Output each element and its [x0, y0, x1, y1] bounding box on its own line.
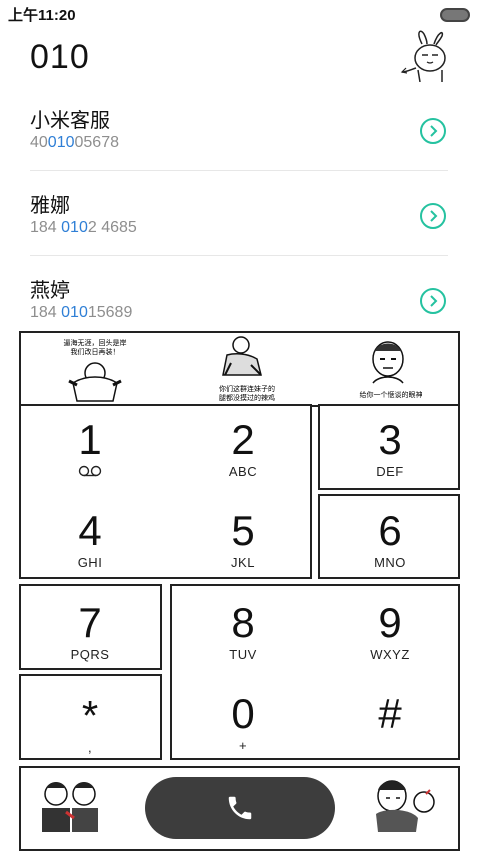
- caption-line: 我们改日再装！: [70, 348, 120, 356]
- key-letters: MNO: [374, 555, 406, 570]
- key-digit: 8: [231, 599, 255, 646]
- key-letters: ,: [87, 740, 93, 755]
- key-letters: WXYZ: [370, 647, 410, 662]
- battery-icon: [440, 8, 470, 22]
- sticker-caption-1: 逼海无涯，回头是岸 我们改日再装！: [55, 339, 135, 357]
- key-star[interactable]: * ,: [40, 692, 140, 756]
- number-part: 15689: [87, 304, 133, 321]
- chevron-right-icon[interactable]: [420, 288, 446, 314]
- contact-name: 雅娜: [30, 193, 70, 217]
- key-8[interactable]: 8 TUV: [193, 599, 293, 663]
- number-match: 010: [61, 219, 88, 236]
- sticker-figure-icon: [222, 336, 262, 376]
- phone-icon: [228, 796, 252, 820]
- sticker-figure-icon: [68, 362, 122, 402]
- caption-line: 逼海无涯，回头是岸: [63, 339, 127, 347]
- dialed-number: 010: [30, 38, 90, 76]
- key-4[interactable]: 4 GHI: [40, 507, 140, 571]
- key-digit: 2: [231, 416, 255, 463]
- key-letters: PQRS: [70, 647, 110, 662]
- caption-line: 腿都没摸过的辣鸡: [219, 394, 275, 402]
- number-match: 010: [61, 304, 88, 321]
- contact-row-1[interactable]: 小米客服 4001005678: [30, 104, 450, 174]
- key-5[interactable]: 5 JKL: [193, 507, 293, 571]
- voicemail-icon: [78, 465, 102, 477]
- number-part: 40: [30, 134, 48, 151]
- number-part: 2 4685: [87, 219, 137, 236]
- call-button[interactable]: [145, 777, 335, 839]
- sticker-banner: 逼海无涯，回头是岸 我们改日再装！ 你们这群连妹子的 腿都没摸过的辣鸡 给你一个…: [19, 331, 460, 407]
- key-digit: 3: [378, 416, 402, 463]
- sticker-duo-icon: [42, 782, 98, 832]
- key-hash[interactable]: #: [340, 692, 440, 736]
- key-digit: 0: [231, 690, 255, 737]
- key-9[interactable]: 9 WXYZ: [340, 599, 440, 663]
- sticker-caption-2: 你们这群连妹子的 腿都没摸过的辣鸡: [207, 385, 287, 403]
- key-7[interactable]: 7 PQRS: [40, 599, 140, 663]
- key-2[interactable]: 2 ABC: [193, 416, 293, 480]
- number-part: 05678: [74, 134, 120, 151]
- key-digit: #: [378, 690, 402, 737]
- contact-number: 184 01015689: [30, 304, 132, 322]
- key-letters: GHI: [77, 555, 103, 570]
- status-bar: 上午11:20: [0, 0, 480, 26]
- key-1[interactable]: 1: [40, 418, 140, 481]
- caption-line: 给你一个惬谈的眼神: [359, 391, 423, 399]
- key-letters: TUV: [229, 647, 257, 662]
- key-digit: 7: [78, 599, 102, 646]
- key-letters: DEF: [376, 464, 404, 479]
- key-digit: 1: [78, 416, 102, 463]
- key-digit: 4: [78, 507, 102, 554]
- divider: [30, 170, 448, 171]
- number-part: 184: [30, 304, 62, 321]
- key-3[interactable]: 3 DEF: [340, 416, 440, 480]
- sticker-hug-icon: [376, 780, 435, 832]
- divider: [30, 255, 448, 256]
- contact-name: 小米客服: [30, 108, 110, 132]
- status-time: 上午11:20: [8, 7, 76, 24]
- key-digit: *: [81, 692, 99, 739]
- chevron-right-icon[interactable]: [420, 203, 446, 229]
- sticker-caption-3: 给你一个惬谈的眼神: [349, 391, 433, 400]
- avatar[interactable]: [400, 30, 458, 82]
- number-match: 010: [47, 134, 75, 151]
- contact-number: 184 0102 4685: [30, 219, 137, 237]
- chevron-right-icon[interactable]: [420, 118, 446, 144]
- contact-name: 燕婷: [30, 278, 70, 302]
- contact-number: 4001005678: [30, 134, 119, 152]
- key-letters: +: [238, 738, 248, 753]
- key-letters: ABC: [228, 464, 258, 479]
- key-digit: 9: [378, 599, 402, 646]
- number-part: 184: [30, 219, 62, 236]
- key-digit: 6: [378, 507, 402, 554]
- key-letters: JKL: [231, 555, 255, 570]
- key-6[interactable]: 6 MNO: [340, 507, 440, 571]
- key-digit: 5: [231, 507, 255, 554]
- contact-row-2[interactable]: 雅娜 184 0102 4685: [30, 189, 450, 259]
- caption-line: 你们这群连妹子的: [219, 385, 275, 393]
- key-0[interactable]: 0 +: [193, 690, 293, 754]
- sticker-face-icon: [372, 341, 404, 384]
